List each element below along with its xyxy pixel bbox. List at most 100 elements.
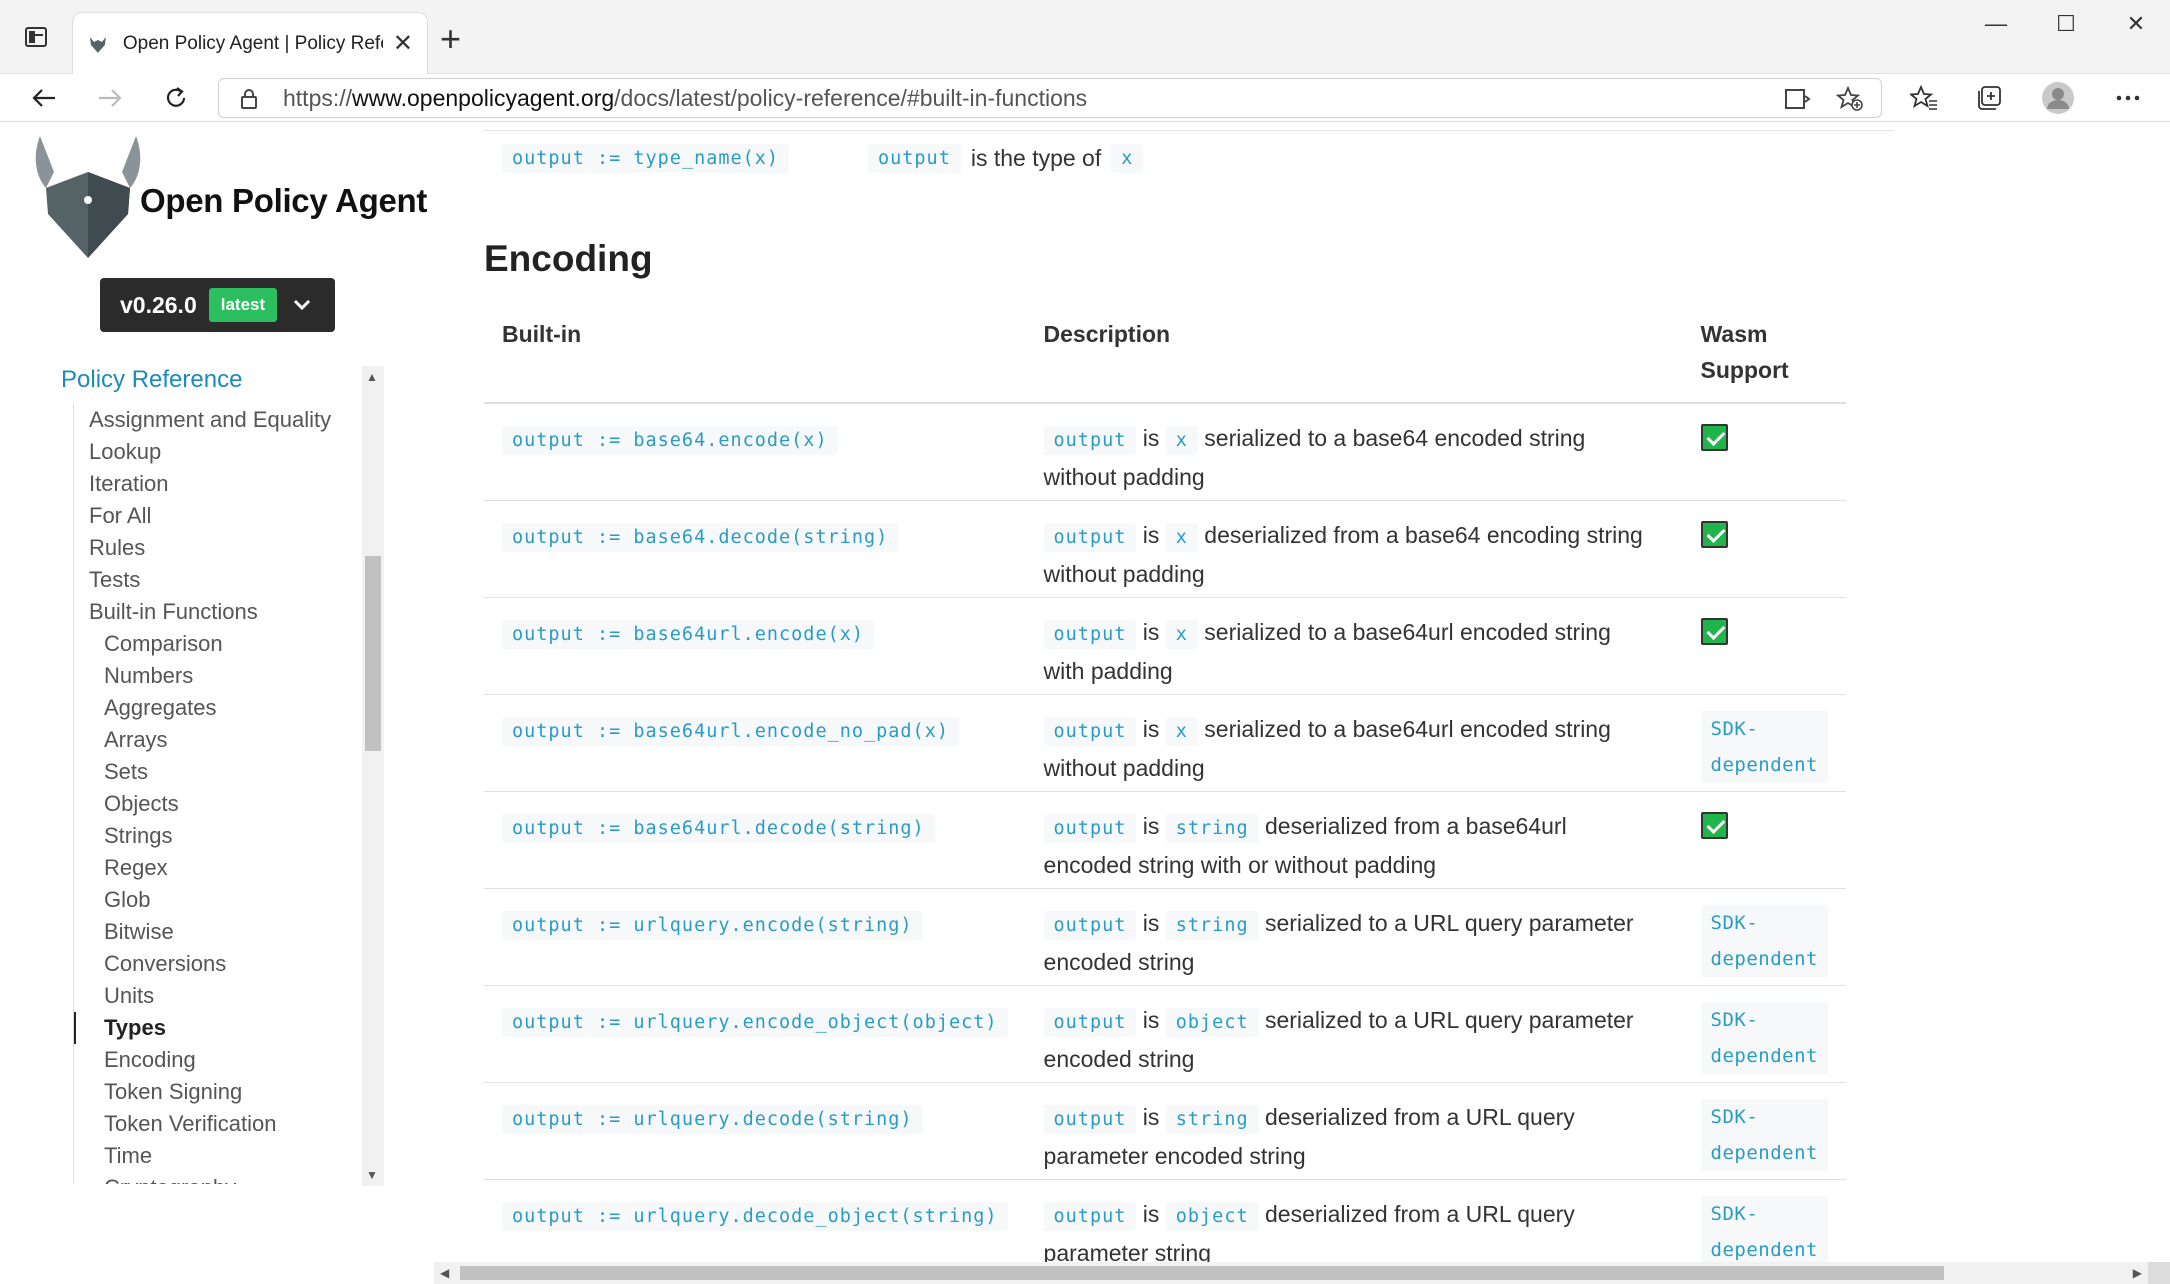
description-cell: output is x deserialized from a base64 e… [1025, 500, 1683, 598]
add-favorite-icon[interactable] [1835, 84, 1865, 114]
builtin-cell: output := base64url.decode(string) [484, 791, 1026, 889]
description-cell: output is x serialized to a base64 encod… [1025, 403, 1683, 501]
table-row: output := base64url.encode(x) output is x… [484, 597, 1846, 695]
close-tab-icon[interactable]: ✕ [393, 29, 413, 58]
profile-avatar-icon[interactable] [2038, 78, 2078, 118]
builtin-signature: output := urlquery.decode_object(string) [502, 1201, 1008, 1231]
table-row: output := base64url.decode(string) output… [484, 791, 1846, 889]
opa-logo-icon[interactable] [32, 132, 144, 262]
scroll-left-arrow-icon[interactable]: ◀ [440, 1266, 449, 1280]
builtin-cell: output := urlquery.decode(string) [484, 1082, 1026, 1180]
sidebar-item-conversions[interactable]: Conversions [74, 948, 363, 980]
lock-icon[interactable] [239, 87, 259, 111]
scroll-down-arrow-icon[interactable]: ▼ [366, 1168, 378, 1182]
immersive-reader-icon[interactable] [1783, 84, 1813, 114]
inline-code: x [1111, 144, 1144, 173]
sidebar-item-glob[interactable]: Glob [74, 884, 363, 916]
tab-actions-icon[interactable] [18, 22, 54, 52]
sidebar-item-encoding[interactable]: Encoding [74, 1044, 363, 1076]
brand-name[interactable]: Open Policy Agent [140, 182, 427, 220]
browser-tab[interactable]: Open Policy Agent | Policy Reference ✕ [72, 12, 428, 74]
browser-toolbar: https://www.openpolicyagent.org/docs/lat… [0, 74, 2170, 122]
sidebar-item-regex[interactable]: Regex [74, 852, 363, 884]
sidebar-item-arrays[interactable]: Arrays [74, 724, 363, 756]
sidebar-item-token-verification[interactable]: Token Verification [74, 1108, 363, 1140]
builtin-signature: output := base64url.encode_no_pad(x) [502, 716, 959, 746]
horizontal-scroll-thumb[interactable] [460, 1266, 1944, 1280]
sidebar-item-strings[interactable]: Strings [74, 820, 363, 852]
sidebar-scrollbar[interactable]: ▲ ▼ [362, 366, 384, 1186]
tab-strip: Open Policy Agent | Policy Reference ✕ +… [0, 0, 2170, 74]
sidebar-item-built-in-functions[interactable]: Built-in Functions [74, 596, 363, 628]
inline-code: x [1165, 426, 1198, 455]
page-horizontal-scrollbar[interactable]: ◀ ▶ [434, 1262, 2148, 1284]
sdk-dependent-label: SDK-dependent [1700, 904, 1828, 977]
inline-code: x [1165, 619, 1198, 649]
description-text: is the type of [970, 145, 1102, 171]
opa-favicon-icon [89, 36, 106, 53]
sidebar-item-bitwise[interactable]: Bitwise [74, 916, 363, 948]
inline-code: output [1043, 813, 1137, 843]
address-bar[interactable]: https://www.openpolicyagent.org/docs/lat… [218, 78, 1882, 118]
sidebar-item-time[interactable]: Time [74, 1140, 363, 1172]
description-text: is [1142, 1006, 1160, 1033]
sidebar-scroll-thumb[interactable] [365, 556, 381, 751]
sidebar-item-rules[interactable]: Rules [74, 532, 363, 564]
collections-icon[interactable] [1970, 78, 2010, 118]
table-row: output := base64url.encode_no_pad(x) outp… [484, 694, 1846, 792]
sidebar-item-numbers[interactable]: Numbers [74, 660, 363, 692]
inline-code: output [1043, 716, 1137, 746]
settings-more-icon[interactable] [2108, 78, 2148, 118]
inline-code: output [1043, 522, 1137, 552]
inline-code: output [1043, 1201, 1137, 1231]
wasm-support-cell [1682, 791, 1846, 889]
sidebar-item-comparison[interactable]: Comparison [74, 628, 363, 660]
sdk-dependent-label: SDK-dependent [1700, 1001, 1828, 1074]
back-icon[interactable] [24, 78, 64, 118]
wasm-support-cell [1682, 500, 1846, 598]
description-cell: output is x serialized to a base64url en… [1025, 694, 1683, 792]
wasm-support-cell: SDK-dependent [1682, 694, 1846, 792]
maximize-icon[interactable]: ☐ [2036, 6, 2096, 42]
new-tab-button[interactable]: + [440, 18, 461, 60]
nav-heading[interactable]: Policy Reference [61, 366, 242, 394]
version-selector[interactable]: v0.26.0 latest [100, 278, 335, 332]
close-window-icon[interactable]: ✕ [2106, 6, 2166, 42]
builtin-signature: output := urlquery.encode_object(object) [502, 1007, 1008, 1037]
description-cell: output is x serialized to a base64url en… [1025, 597, 1683, 695]
sidebar-item-cryptography[interactable]: Cryptography [74, 1172, 363, 1184]
minimize-icon[interactable]: — [1966, 6, 2026, 42]
description-cell: output is string serialized to a URL que… [1025, 888, 1683, 986]
builtin-cell: output := urlquery.decode_object(string) [484, 1179, 1026, 1262]
builtin-signature: output := base64url.encode(x) [502, 619, 875, 649]
refresh-icon[interactable] [156, 78, 196, 118]
description-text: is [1142, 618, 1160, 645]
wasm-support-cell [1682, 597, 1846, 695]
description-cell: output is string deserialized from a URL… [1025, 1082, 1683, 1180]
sidebar-item-aggregates[interactable]: Aggregates [74, 692, 363, 724]
sidebar-item-lookup[interactable]: Lookup [74, 436, 363, 468]
sidebar-item-for-all[interactable]: For All [74, 500, 363, 532]
sidebar-item-tests[interactable]: Tests [74, 564, 363, 596]
sidebar-item-assignment-and-equality[interactable]: Assignment and Equality [74, 404, 363, 436]
sidebar-item-token-signing[interactable]: Token Signing [74, 1076, 363, 1108]
favorites-icon[interactable] [1904, 78, 1944, 118]
inline-code: output [1043, 910, 1137, 940]
sidebar-item-objects[interactable]: Objects [74, 788, 363, 820]
column-header: Wasm Support [1682, 300, 1846, 404]
inline-code: object [1165, 1201, 1259, 1231]
table-row: output := urlquery.decode_object(string)… [484, 1179, 1846, 1262]
sidebar-item-iteration[interactable]: Iteration [74, 468, 363, 500]
scroll-up-arrow-icon[interactable]: ▲ [366, 370, 378, 384]
inline-code: string [1165, 910, 1259, 940]
builtin-signature: output := base64url.decode(string) [502, 813, 935, 843]
scroll-right-arrow-icon[interactable]: ▶ [2133, 1266, 2142, 1280]
sidebar-item-types[interactable]: Types [74, 1012, 363, 1044]
sidebar-nav: Assignment and Equality Lookup Iteration Fo… [73, 404, 363, 1184]
forward-icon[interactable] [90, 78, 130, 118]
sidebar-item-sets[interactable]: Sets [74, 756, 363, 788]
sidebar-item-units[interactable]: Units [74, 980, 363, 1012]
inline-code: output [1043, 619, 1137, 649]
inline-code: x [1165, 522, 1198, 552]
sdk-dependent-label: SDK-dependent [1700, 710, 1828, 783]
